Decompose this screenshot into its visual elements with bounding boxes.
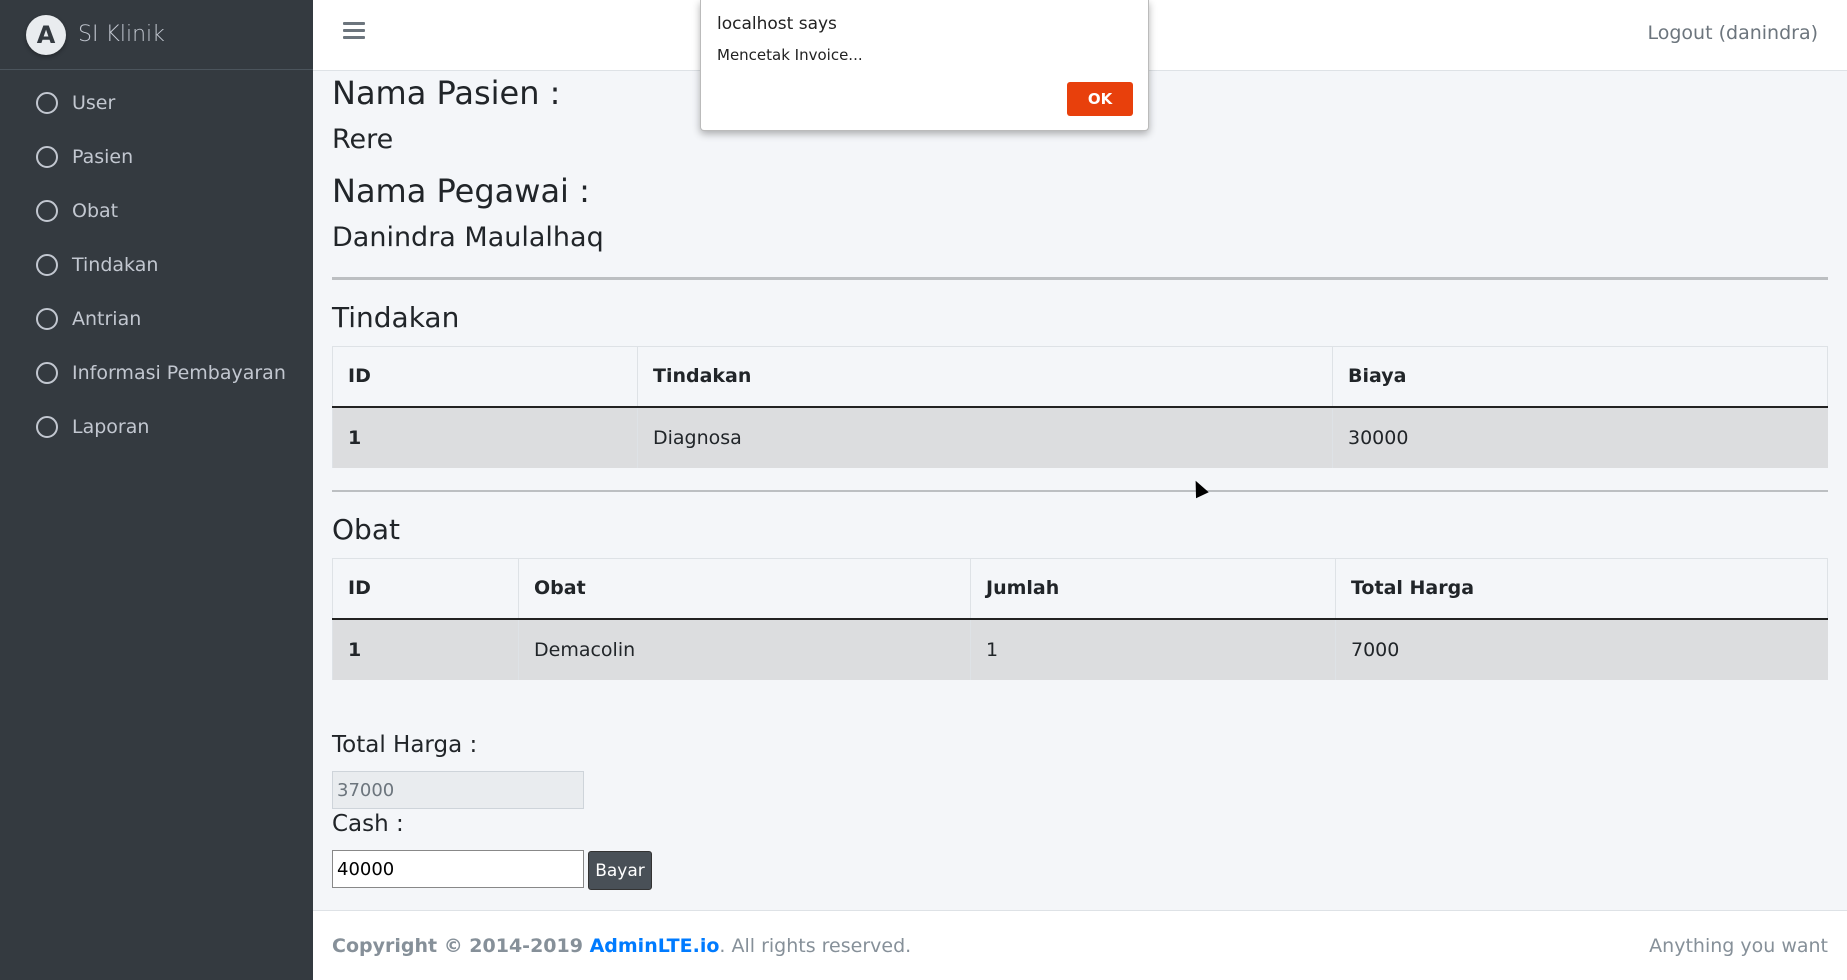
brand-logo-letter: A: [36, 20, 56, 49]
tindakan-table: ID Tindakan Biaya 1 Diagnosa 30000: [332, 346, 1828, 468]
cash-label: Cash :: [332, 811, 404, 837]
sidebar-item-informasi-pembayaran[interactable]: Informasi Pembayaran: [0, 346, 313, 400]
table-header-row: ID Tindakan Biaya: [332, 346, 1828, 408]
sidebar-item-tindakan[interactable]: Tindakan: [0, 238, 313, 292]
mouse-cursor-icon: [1189, 477, 1209, 499]
cash-input[interactable]: [332, 850, 584, 888]
table-cell: 7000: [1335, 618, 1828, 680]
brand-name: SI Klinik: [78, 22, 165, 47]
tindakan-title: Tindakan: [332, 301, 460, 334]
table-cell: 30000: [1332, 406, 1828, 468]
table-cell: Demacolin: [518, 618, 971, 680]
dialog-title: localhost says: [717, 14, 837, 34]
adminlte-link[interactable]: AdminLTE.io: [590, 935, 720, 957]
bayar-button[interactable]: Bayar: [588, 851, 652, 890]
dialog-ok-button[interactable]: OK: [1067, 82, 1133, 116]
circle-icon: [36, 308, 58, 330]
column-header: ID: [332, 346, 638, 408]
hamburger-menu-icon[interactable]: [343, 22, 365, 44]
table-header-row: ID Obat Jumlah Total Harga: [332, 558, 1828, 620]
sidebar-item-label: Obat: [72, 200, 119, 222]
brand-logo-icon: A: [26, 14, 66, 55]
column-header: Tindakan: [637, 346, 1333, 408]
alert-dialog: localhost says Mencetak Invoice... OK: [700, 0, 1149, 131]
table-cell: 1: [332, 618, 519, 680]
sidebar-nav: User Pasien Obat Tindakan Antrian Inform…: [0, 76, 313, 454]
logout-link[interactable]: Logout (danindra): [1648, 22, 1819, 44]
table-cell: 1: [332, 406, 638, 468]
sidebar-item-obat[interactable]: Obat: [0, 184, 313, 238]
sidebar: A SI Klinik User Pasien Obat Tindakan An…: [0, 0, 313, 980]
sidebar-item-antrian[interactable]: Antrian: [0, 292, 313, 346]
table-row: 1 Demacolin 1 7000: [332, 618, 1828, 680]
section-divider: [332, 277, 1828, 280]
column-header: Biaya: [1332, 346, 1828, 408]
table-cell: Diagnosa: [637, 406, 1333, 468]
obat-table: ID Obat Jumlah Total Harga 1 Demacolin 1…: [332, 558, 1828, 680]
circle-icon: [36, 362, 58, 384]
rights-text: . All rights reserved.: [719, 934, 912, 957]
section-divider: [332, 490, 1828, 492]
employee-label: Nama Pegawai :: [332, 172, 590, 210]
column-header: ID: [332, 558, 519, 620]
dialog-message: Mencetak Invoice...: [717, 46, 863, 64]
circle-icon: [36, 146, 58, 168]
sidebar-item-pasien[interactable]: Pasien: [0, 130, 313, 184]
total-harga-label: Total Harga :: [332, 732, 478, 758]
column-header: Jumlah: [970, 558, 1336, 620]
patient-name: Rere: [332, 124, 394, 155]
circle-icon: [36, 92, 58, 114]
table-row: 1 Diagnosa 30000: [332, 406, 1828, 468]
copyright-text: Copyright © 2014-2019: [332, 934, 590, 957]
sidebar-item-label: Laporan: [72, 416, 150, 438]
sidebar-item-label: User: [72, 92, 116, 114]
brand-link[interactable]: A SI Klinik: [0, 0, 313, 70]
employee-name: Danindra Maulalhaq: [332, 222, 604, 253]
circle-icon: [36, 200, 58, 222]
column-header: Total Harga: [1335, 558, 1828, 620]
sidebar-item-user[interactable]: User: [0, 76, 313, 130]
sidebar-item-label: Tindakan: [72, 254, 159, 276]
footer-right-text: Anything you want: [1649, 934, 1828, 957]
patient-label: Nama Pasien :: [332, 74, 561, 112]
column-header: Obat: [518, 558, 971, 620]
obat-title: Obat: [332, 513, 400, 546]
sidebar-item-label: Pasien: [72, 146, 134, 168]
sidebar-item-label: Informasi Pembayaran: [72, 362, 286, 384]
sidebar-item-laporan[interactable]: Laporan: [0, 400, 313, 454]
footer: Copyright © 2014-2019 AdminLTE.io. All r…: [313, 910, 1847, 980]
footer-copyright: Copyright © 2014-2019 AdminLTE.io. All r…: [332, 935, 911, 957]
circle-icon: [36, 416, 58, 438]
circle-icon: [36, 254, 58, 276]
table-cell: 1: [970, 618, 1336, 680]
sidebar-item-label: Antrian: [72, 308, 142, 330]
total-harga-field[interactable]: [332, 771, 584, 809]
